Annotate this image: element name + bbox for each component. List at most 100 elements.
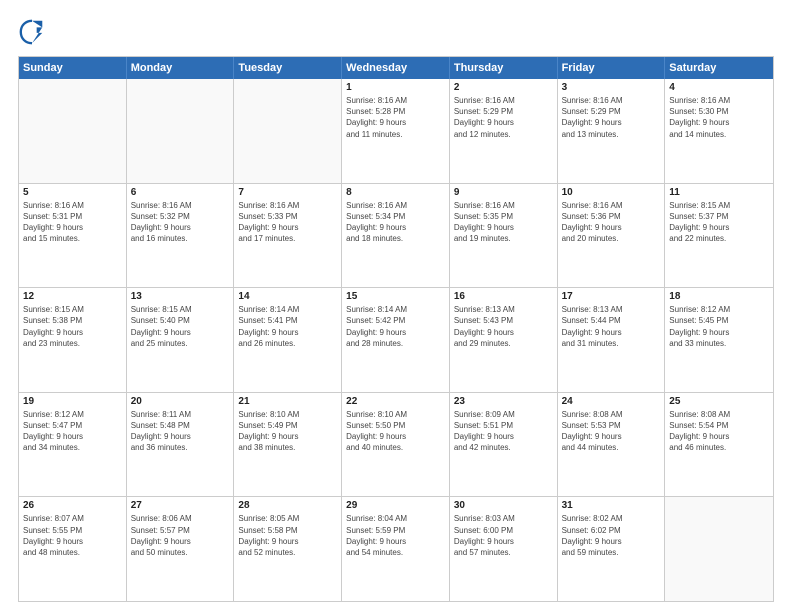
day-number: 25 [669, 396, 769, 407]
calendar-cell: 17Sunrise: 8:13 AMSunset: 5:44 PMDayligh… [558, 288, 666, 392]
calendar-cell [234, 79, 342, 183]
day-number: 19 [23, 396, 122, 407]
calendar-cell: 23 Sunrise: 8:09 AMSunset: 5:51 PMDayligh… [450, 393, 558, 497]
day-number: 4 [669, 82, 769, 93]
calendar-cell [127, 79, 235, 183]
day-number: 1 [346, 82, 445, 93]
calendar: SundayMondayTuesdayWednesdayThursdayFrid… [18, 56, 774, 602]
cell-info: Sunrise: 8:03 AMSunset: 6:00 PMDaylight:… [454, 513, 553, 558]
calendar-cell: 18 Sunrise: 8:12 AMSunset: 5:45 PMDayligh… [665, 288, 773, 392]
day-number: 7 [238, 187, 337, 198]
day-number: 16 [454, 291, 553, 302]
cell-info: Sunrise: 8:09 AMSunset: 5:51 PMDaylight:… [454, 409, 553, 454]
calendar-header: SundayMondayTuesdayWednesdayThursdayFrid… [19, 57, 773, 79]
calendar-cell: 24 Sunrise: 8:08 AMSunset: 5:53 PMDayligh… [558, 393, 666, 497]
day-number: 27 [131, 500, 230, 511]
day-number: 22 [346, 396, 445, 407]
calendar-cell: 7Sunrise: 8:16 AMSunset: 5:33 PMDaylight… [234, 184, 342, 288]
cell-info: Sunrise: 8:08 AMSunset: 5:54 PMDaylight:… [669, 409, 769, 454]
cell-info: Sunrise: 8:06 AMSunset: 5:57 PMDaylight:… [131, 513, 230, 558]
calendar-cell: 1Sunrise: 8:16 AMSunset: 5:28 PMDaylight… [342, 79, 450, 183]
calendar-cell: 16Sunrise: 8:13 AMSunset: 5:43 PMDayligh… [450, 288, 558, 392]
day-number: 10 [562, 187, 661, 198]
cell-info: Sunrise: 8:16 AMSunset: 5:31 PMDaylight:… [23, 200, 122, 245]
logo [18, 18, 50, 46]
calendar-row: 12 Sunrise: 8:15 AMSunset: 5:38 PMDayligh… [19, 288, 773, 393]
weekday-header: Tuesday [234, 57, 342, 79]
weekday-header: Monday [127, 57, 235, 79]
cell-info: Sunrise: 8:16 AMSunset: 5:30 PMDaylight:… [669, 95, 769, 140]
calendar-cell: 3 Sunrise: 8:16 AMSunset: 5:29 PMDaylight… [558, 79, 666, 183]
weekday-header: Sunday [19, 57, 127, 79]
calendar-cell: 15 Sunrise: 8:14 AMSunset: 5:42 PMDayligh… [342, 288, 450, 392]
day-number: 13 [131, 291, 230, 302]
calendar-cell: 14Sunrise: 8:14 AMSunset: 5:41 PMDayligh… [234, 288, 342, 392]
calendar-cell: 10Sunrise: 8:16 AMSunset: 5:36 PMDayligh… [558, 184, 666, 288]
day-number: 8 [346, 187, 445, 198]
day-number: 11 [669, 187, 769, 198]
calendar-cell: 20Sunrise: 8:11 AMSunset: 5:48 PMDayligh… [127, 393, 235, 497]
calendar-cell: 8 Sunrise: 8:16 AMSunset: 5:34 PMDaylight… [342, 184, 450, 288]
calendar-cell: 31 Sunrise: 8:02 AMSunset: 6:02 PMDayligh… [558, 497, 666, 601]
calendar-cell: 9Sunrise: 8:16 AMSunset: 5:35 PMDaylight… [450, 184, 558, 288]
cell-info: Sunrise: 8:13 AMSunset: 5:44 PMDaylight:… [562, 304, 661, 349]
day-number: 18 [669, 291, 769, 302]
calendar-cell: 11 Sunrise: 8:15 AMSunset: 5:37 PMDayligh… [665, 184, 773, 288]
cell-info: Sunrise: 8:12 AMSunset: 5:45 PMDaylight:… [669, 304, 769, 349]
cell-info: Sunrise: 8:14 AMSunset: 5:42 PMDaylight:… [346, 304, 445, 349]
cell-info: Sunrise: 8:08 AMSunset: 5:53 PMDaylight:… [562, 409, 661, 454]
cell-info: Sunrise: 8:02 AMSunset: 6:02 PMDaylight:… [562, 513, 661, 558]
day-number: 28 [238, 500, 337, 511]
calendar-cell: 25 Sunrise: 8:08 AMSunset: 5:54 PMDayligh… [665, 393, 773, 497]
cell-info: Sunrise: 8:16 AMSunset: 5:29 PMDaylight:… [454, 95, 553, 140]
cell-info: Sunrise: 8:16 AMSunset: 5:29 PMDaylight:… [562, 95, 661, 140]
day-number: 3 [562, 82, 661, 93]
day-number: 15 [346, 291, 445, 302]
calendar-row: 26 Sunrise: 8:07 AMSunset: 5:55 PMDayligh… [19, 497, 773, 601]
day-number: 2 [454, 82, 553, 93]
calendar-cell: 12 Sunrise: 8:15 AMSunset: 5:38 PMDayligh… [19, 288, 127, 392]
day-number: 5 [23, 187, 122, 198]
day-number: 24 [562, 396, 661, 407]
calendar-row: 1Sunrise: 8:16 AMSunset: 5:28 PMDaylight… [19, 79, 773, 184]
calendar-cell: 2 Sunrise: 8:16 AMSunset: 5:29 PMDaylight… [450, 79, 558, 183]
day-number: 12 [23, 291, 122, 302]
day-number: 23 [454, 396, 553, 407]
calendar-cell: 27 Sunrise: 8:06 AMSunset: 5:57 PMDayligh… [127, 497, 235, 601]
day-number: 26 [23, 500, 122, 511]
cell-info: Sunrise: 8:12 AMSunset: 5:47 PMDaylight:… [23, 409, 122, 454]
cell-info: Sunrise: 8:14 AMSunset: 5:41 PMDaylight:… [238, 304, 337, 349]
calendar-cell [665, 497, 773, 601]
day-number: 29 [346, 500, 445, 511]
cell-info: Sunrise: 8:16 AMSunset: 5:34 PMDaylight:… [346, 200, 445, 245]
weekday-header: Saturday [665, 57, 773, 79]
weekday-header: Friday [558, 57, 666, 79]
calendar-cell: 29 Sunrise: 8:04 AMSunset: 5:59 PMDayligh… [342, 497, 450, 601]
cell-info: Sunrise: 8:16 AMSunset: 5:32 PMDaylight:… [131, 200, 230, 245]
cell-info: Sunrise: 8:10 AMSunset: 5:50 PMDaylight:… [346, 409, 445, 454]
calendar-cell: 19 Sunrise: 8:12 AMSunset: 5:47 PMDayligh… [19, 393, 127, 497]
calendar-row: 19 Sunrise: 8:12 AMSunset: 5:47 PMDayligh… [19, 393, 773, 498]
weekday-header: Thursday [450, 57, 558, 79]
calendar-cell: 26 Sunrise: 8:07 AMSunset: 5:55 PMDayligh… [19, 497, 127, 601]
header [18, 18, 774, 46]
day-number: 31 [562, 500, 661, 511]
page: SundayMondayTuesdayWednesdayThursdayFrid… [0, 0, 792, 612]
calendar-cell: 21Sunrise: 8:10 AMSunset: 5:49 PMDayligh… [234, 393, 342, 497]
calendar-cell: 5 Sunrise: 8:16 AMSunset: 5:31 PMDaylight… [19, 184, 127, 288]
cell-info: Sunrise: 8:04 AMSunset: 5:59 PMDaylight:… [346, 513, 445, 558]
day-number: 30 [454, 500, 553, 511]
calendar-row: 5 Sunrise: 8:16 AMSunset: 5:31 PMDaylight… [19, 184, 773, 289]
calendar-cell: 13Sunrise: 8:15 AMSunset: 5:40 PMDayligh… [127, 288, 235, 392]
cell-info: Sunrise: 8:15 AMSunset: 5:37 PMDaylight:… [669, 200, 769, 245]
weekday-header: Wednesday [342, 57, 450, 79]
cell-info: Sunrise: 8:05 AMSunset: 5:58 PMDaylight:… [238, 513, 337, 558]
cell-info: Sunrise: 8:07 AMSunset: 5:55 PMDaylight:… [23, 513, 122, 558]
calendar-cell: 4 Sunrise: 8:16 AMSunset: 5:30 PMDaylight… [665, 79, 773, 183]
day-number: 20 [131, 396, 230, 407]
cell-info: Sunrise: 8:15 AMSunset: 5:38 PMDaylight:… [23, 304, 122, 349]
calendar-cell: 6Sunrise: 8:16 AMSunset: 5:32 PMDaylight… [127, 184, 235, 288]
calendar-cell: 30 Sunrise: 8:03 AMSunset: 6:00 PMDayligh… [450, 497, 558, 601]
calendar-body: 1Sunrise: 8:16 AMSunset: 5:28 PMDaylight… [19, 79, 773, 601]
day-number: 9 [454, 187, 553, 198]
